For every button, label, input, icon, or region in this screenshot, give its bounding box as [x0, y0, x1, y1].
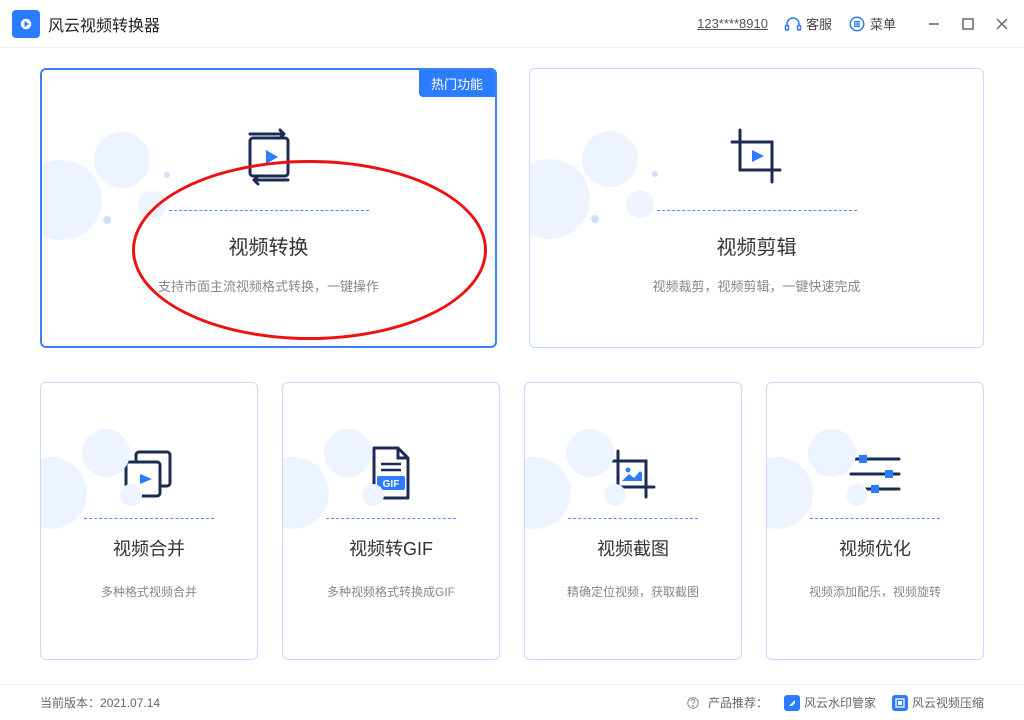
menu-icon — [848, 15, 866, 33]
user-id-link[interactable]: 123****8910 — [697, 16, 768, 31]
version-label: 当前版本： — [40, 694, 100, 711]
footer: 当前版本： 2021.07.14 产品推荐： 风云水印管家 风云视频压缩 — [0, 684, 1024, 720]
hot-badge: 热门功能 — [419, 70, 495, 97]
card-title: 视频转换 — [229, 231, 309, 260]
card-title: 视频优化 — [839, 535, 911, 561]
customer-service-button[interactable]: 客服 — [784, 14, 832, 33]
menu-label: 菜单 — [870, 14, 896, 33]
divider — [568, 518, 698, 519]
card-title: 视频合并 — [113, 535, 185, 561]
convert-icon — [236, 122, 302, 194]
minimize-button[interactable] — [924, 14, 944, 34]
card-desc: 视频裁剪，视频剪辑，一键快速完成 — [652, 276, 860, 295]
svg-text:GIF: GIF — [383, 479, 400, 490]
decorative-bubbles-icon — [529, 109, 680, 249]
recommend-link-watermark[interactable]: 风云水印管家 — [784, 694, 876, 711]
crop-icon — [722, 122, 792, 194]
gif-file-icon: GIF — [366, 442, 416, 506]
customer-service-label: 客服 — [806, 14, 832, 33]
card-desc: 多种格式视频合并 — [101, 583, 197, 600]
main-grid: 热门功能 视频转换 支持市面主流视频格式转换，一键操作 视频剪辑 视频裁剪，视频… — [0, 48, 1024, 670]
version-value: 2021.07.14 — [100, 696, 160, 710]
annotation-highlight-ellipse — [132, 160, 487, 340]
divider — [84, 518, 214, 519]
compress-app-icon — [892, 695, 908, 711]
card-title: 视频截图 — [597, 535, 669, 561]
divider — [326, 518, 456, 519]
menu-button[interactable]: 菜单 — [848, 14, 896, 33]
app-title: 风云视频转换器 — [48, 12, 160, 36]
card-video-merge[interactable]: 视频合并 多种格式视频合并 — [40, 382, 258, 660]
card-title: 视频转GIF — [349, 535, 433, 561]
card-video-convert[interactable]: 热门功能 视频转换 支持市面主流视频格式转换，一键操作 — [40, 68, 497, 348]
card-video-optimize[interactable]: 视频优化 视频添加配乐，视频旋转 — [766, 382, 984, 660]
recommend-label-1: 风云水印管家 — [804, 694, 876, 711]
titlebar: 风云视频转换器 123****8910 客服 菜单 — [0, 0, 1024, 48]
card-desc: 视频添加配乐，视频旋转 — [809, 583, 941, 600]
headset-icon — [784, 15, 802, 33]
screenshot-icon — [602, 442, 664, 506]
divider — [657, 210, 857, 211]
close-button[interactable] — [992, 14, 1012, 34]
divider — [169, 210, 369, 211]
card-video-edit[interactable]: 视频剪辑 视频裁剪，视频剪辑，一键快速完成 — [529, 68, 984, 348]
card-desc: 支持市面主流视频格式转换，一键操作 — [158, 276, 379, 295]
card-desc: 多种视频格式转换成GIF — [327, 583, 455, 600]
card-desc: 精确定位视频，获取截图 — [567, 583, 699, 600]
card-video-screenshot[interactable]: 视频截图 精确定位视频，获取截图 — [524, 382, 742, 660]
help-icon[interactable] — [684, 694, 702, 712]
divider — [810, 518, 940, 519]
watermark-app-icon — [784, 695, 800, 711]
maximize-button[interactable] — [958, 14, 978, 34]
card-video-gif[interactable]: GIF 视频转GIF 多种视频格式转换成GIF — [282, 382, 500, 660]
recommend-label: 产品推荐： — [708, 694, 768, 711]
recommend-label-2: 风云视频压缩 — [912, 694, 984, 711]
sliders-icon — [845, 442, 905, 506]
merge-icon — [120, 442, 178, 506]
app-logo-icon — [12, 10, 40, 38]
card-title: 视频剪辑 — [717, 231, 797, 260]
recommend-link-compress[interactable]: 风云视频压缩 — [892, 694, 984, 711]
decorative-bubbles-icon — [40, 110, 192, 250]
